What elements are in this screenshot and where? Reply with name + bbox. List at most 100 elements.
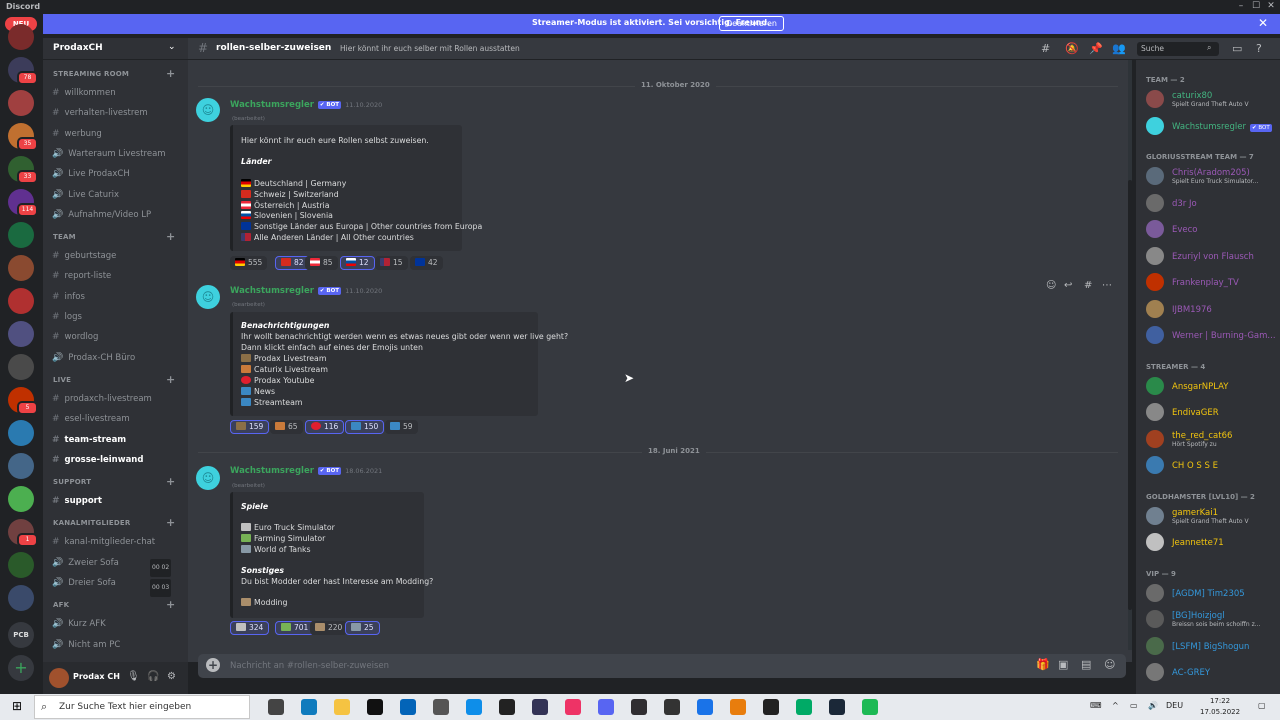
author-name[interactable]: Wachstumsregler [230, 100, 314, 110]
maximize-icon[interactable]: ☐ [1249, 1, 1263, 11]
windows-start-icon[interactable]: ⊞ [12, 699, 22, 713]
create-thread-icon[interactable]: # [1084, 280, 1092, 291]
category-header[interactable]: SUPPORT + [53, 475, 175, 488]
notification-bell-icon[interactable]: 🔕 [1065, 42, 1079, 55]
server-icon[interactable] [8, 552, 34, 578]
reaction[interactable]: 85 [305, 256, 338, 270]
member-item[interactable]: Werner | Burning-Gam... [1144, 322, 1276, 348]
reaction[interactable]: 220 [310, 621, 348, 635]
reaction[interactable]: 25 [345, 621, 380, 635]
server-icon[interactable] [8, 354, 34, 380]
reaction[interactable]: 150 [345, 420, 385, 434]
member-item[interactable]: CH O S S E [1144, 452, 1274, 478]
reaction[interactable]: 701 [275, 621, 315, 635]
add-channel-icon[interactable]: + [166, 516, 175, 529]
member-item[interactable]: EndivaGER [1144, 399, 1274, 425]
tray-lang[interactable]: DEU [1166, 701, 1183, 710]
app-icon[interactable] [796, 699, 812, 715]
reaction[interactable]: 159 [230, 420, 270, 434]
member-item[interactable]: Jeannette71 [1144, 529, 1274, 555]
add-channel-icon[interactable]: + [166, 67, 175, 80]
photos-icon[interactable] [433, 699, 449, 715]
channel-item[interactable]: 🔊 Kurz AFK [52, 616, 182, 632]
category-header[interactable]: AFK + [53, 598, 175, 611]
member-item[interactable]: Eveco [1144, 216, 1274, 242]
taskbar-clock[interactable]: 17:22 17.05.2022 [1200, 696, 1240, 718]
minimize-icon[interactable]: – [1234, 1, 1248, 11]
network-icon[interactable]: ▭ [1130, 701, 1138, 710]
close-banner-icon[interactable]: ✕ [1258, 16, 1268, 30]
bot-avatar[interactable]: ☺ [196, 285, 220, 309]
channel-item[interactable]: # willkommen [52, 85, 182, 101]
channel-item[interactable]: # prodaxch-livestream [52, 391, 182, 407]
headphones-icon[interactable]: 🎧 [147, 671, 159, 682]
bot-avatar[interactable]: ☺ [196, 466, 220, 490]
member-item[interactable]: Wachstumsregler ✔ BOT [1144, 113, 1274, 139]
reaction[interactable]: 42 [410, 256, 443, 270]
category-header[interactable]: LIVE + [53, 373, 175, 386]
members-icon[interactable]: 👥 [1112, 42, 1126, 55]
channel-item[interactable]: # kanal-mitglieder-chat [52, 534, 182, 550]
reply-icon[interactable]: ↩ [1064, 280, 1072, 291]
member-item[interactable]: [AGDM] Tim2305 [1144, 580, 1274, 606]
server-icon[interactable]: 35 [8, 123, 38, 151]
help-icon[interactable]: ? [1256, 42, 1262, 55]
ninja-icon[interactable] [499, 699, 515, 715]
bot-avatar[interactable]: ☺ [196, 98, 220, 122]
add-channel-icon[interactable]: + [166, 373, 175, 386]
server-icon[interactable]: 78 [8, 57, 38, 85]
deactivate-button[interactable]: Deaktivieren [719, 16, 784, 31]
app-icon[interactable] [532, 699, 548, 715]
reaction[interactable]: 555 [230, 256, 268, 270]
channel-item[interactable]: 🔊 Nicht am PC [52, 637, 182, 653]
server-icon[interactable] [8, 90, 34, 116]
channel-item[interactable]: 🔊 Prodax-CH Büro [52, 350, 182, 366]
category-header[interactable]: TEAM + [53, 230, 175, 243]
member-item[interactable]: the_red_cat66 Hört Spotify zu [1144, 426, 1274, 452]
category-header[interactable]: STREAMING ROOM + [53, 67, 175, 80]
task-view-icon[interactable] [268, 699, 284, 715]
spotify-icon[interactable] [862, 699, 878, 715]
attach-plus-icon[interactable]: + [206, 658, 220, 672]
member-item[interactable]: caturix80 Spielt Grand Theft Auto V [1144, 86, 1274, 112]
add-server-icon[interactable]: + [8, 655, 34, 681]
obs-icon[interactable] [631, 699, 647, 715]
reaction[interactable]: 12 [340, 256, 375, 270]
reaction[interactable]: 65 [270, 420, 303, 434]
member-item[interactable]: [LSFM] BigShogun [1144, 633, 1274, 659]
channel-item[interactable]: # logs [52, 309, 182, 325]
add-channel-icon[interactable]: + [166, 598, 175, 611]
close-window-icon[interactable]: ✕ [1264, 1, 1278, 11]
server-icon[interactable] [8, 255, 34, 281]
add-channel-icon[interactable]: + [166, 475, 175, 488]
message-composer[interactable]: + Nachricht an #rollen-selber-zuweisen 🎁… [198, 654, 1126, 678]
message-author[interactable]: Wachstumsregler ✔ BOT 11.10.2020 [230, 286, 382, 296]
scrollbar-thumb[interactable] [1128, 180, 1132, 610]
browser-icon[interactable] [664, 699, 680, 715]
member-item[interactable]: [BG]Hoizjogl Breissn sois beim schoiffn z… [1144, 606, 1274, 632]
channel-item[interactable]: 🔊 Aufnahme/Video LP [52, 207, 182, 223]
steam-icon[interactable] [829, 699, 845, 715]
discord-icon[interactable] [598, 699, 614, 715]
search-input[interactable]: Suche ⌕ [1137, 42, 1219, 56]
keyboard-icon[interactable]: ⌨ [1090, 701, 1102, 710]
sticker-icon[interactable]: ▤ [1081, 658, 1091, 671]
outlook-icon[interactable] [400, 699, 416, 715]
avatar[interactable] [49, 668, 69, 688]
teamviewer-icon[interactable] [466, 699, 482, 715]
threads-icon[interactable]: # [1041, 42, 1050, 55]
server-icon[interactable] [8, 321, 34, 347]
chrome-icon[interactable] [697, 699, 713, 715]
channel-item[interactable]: 🔊 Zweier Sofa 00 02 [52, 555, 182, 577]
edge-icon[interactable] [301, 699, 317, 715]
pin-icon[interactable]: 📌 [1089, 42, 1103, 55]
gif-icon[interactable]: ▣ [1058, 658, 1068, 671]
channel-item[interactable]: # team-stream [52, 432, 182, 448]
author-name[interactable]: Wachstumsregler [230, 286, 314, 296]
gear-icon[interactable]: ⚙ [167, 671, 176, 682]
server-icon[interactable] [8, 585, 34, 611]
volume-icon[interactable]: 🔊 [1148, 701, 1158, 710]
server-icon[interactable] [8, 486, 34, 512]
channel-item[interactable]: 🔊 Live Caturix [52, 187, 182, 203]
channel-item[interactable]: # geburtstage [52, 248, 182, 264]
